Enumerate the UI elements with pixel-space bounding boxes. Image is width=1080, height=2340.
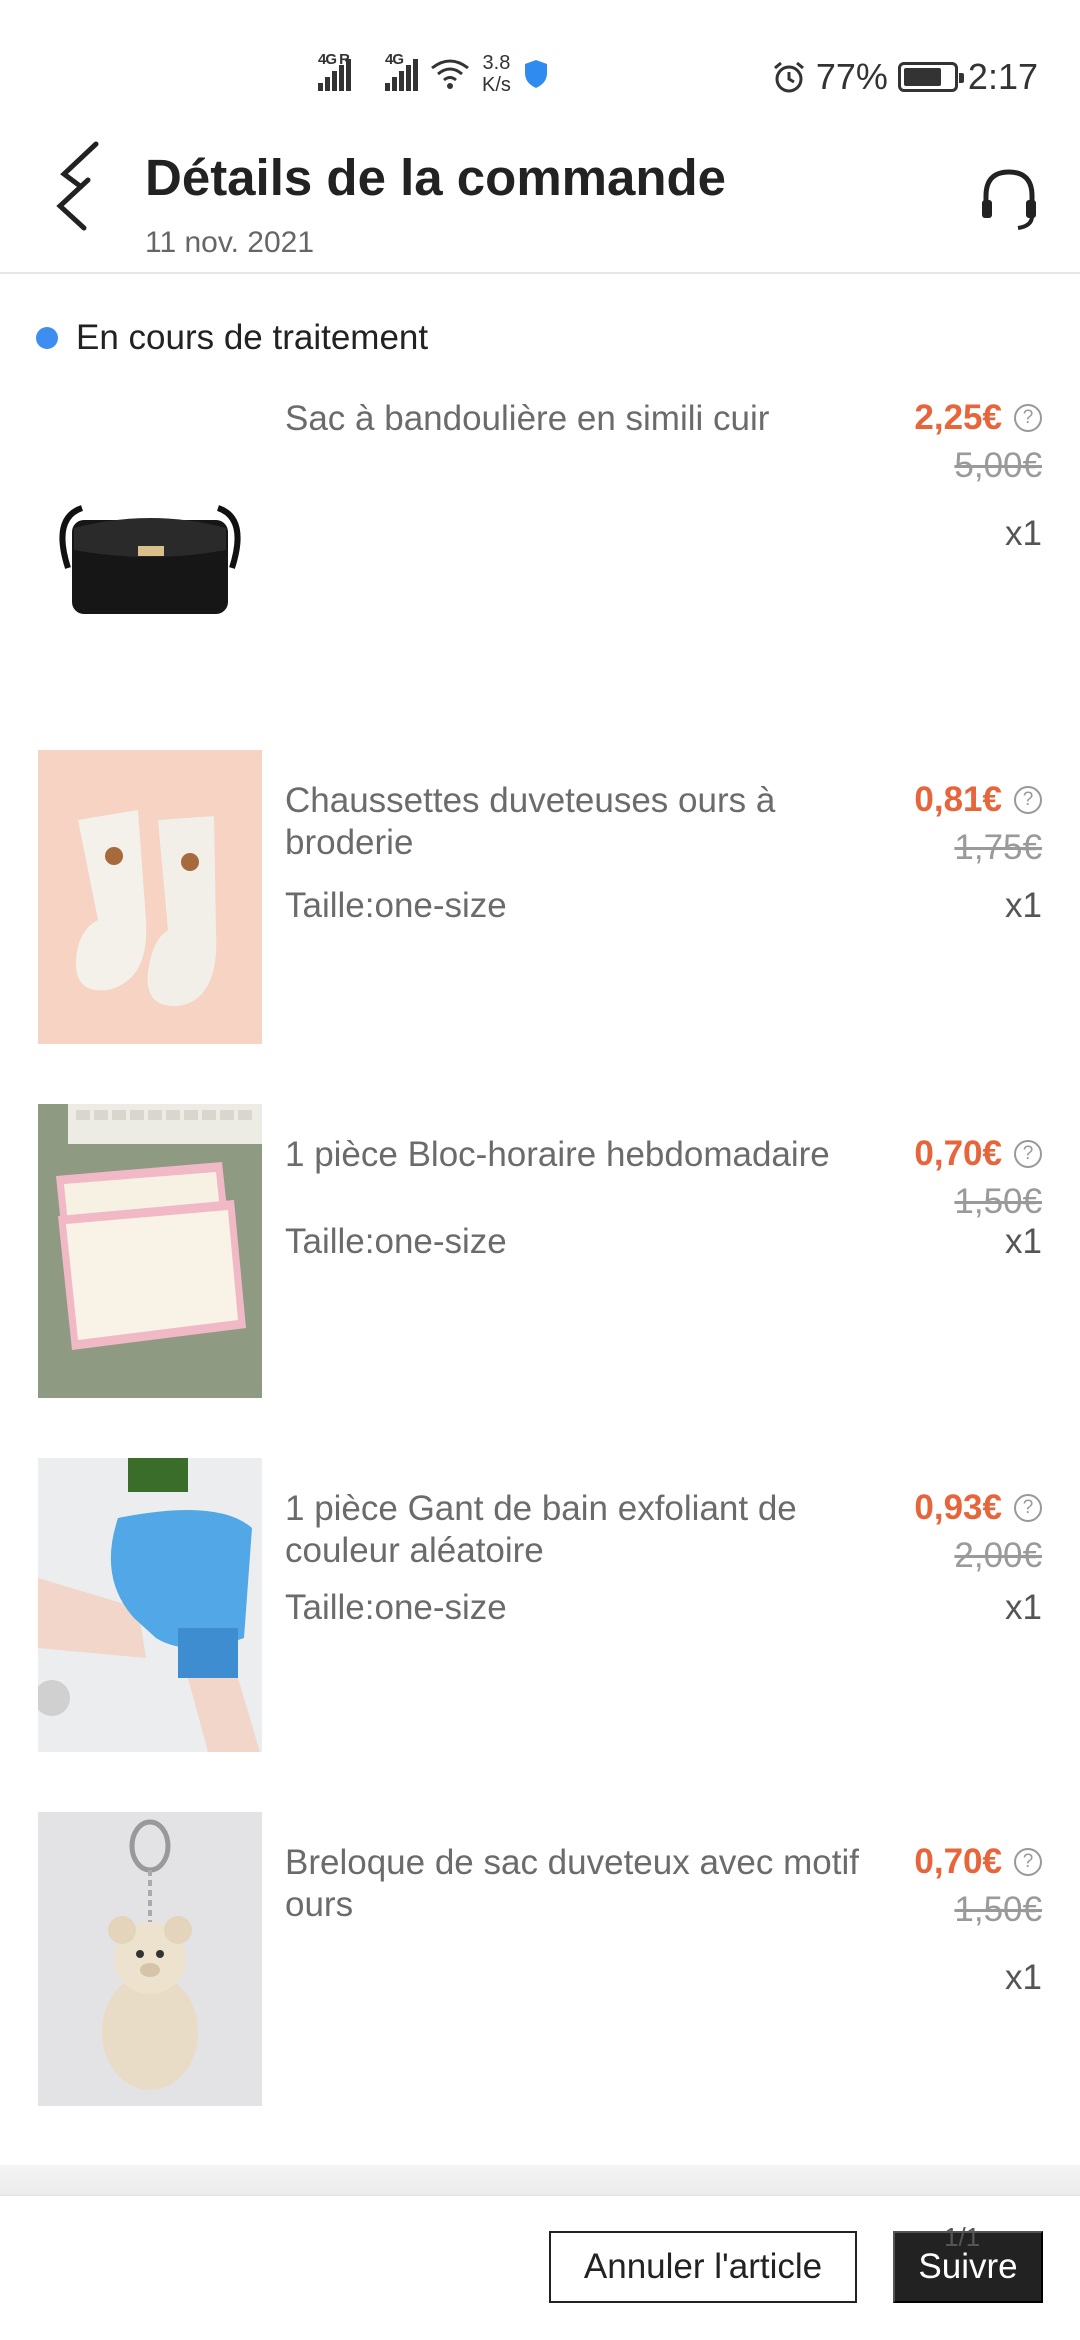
product-size: Taille:one-size (285, 886, 507, 925)
price-help-icon[interactable]: ? (1014, 1140, 1042, 1168)
order-item[interactable]: Breloque de sac duveteux avec motif ours… (0, 1812, 1080, 2112)
price-help-icon[interactable]: ? (1014, 404, 1042, 432)
status-bar: 4G R 4G 3.8 K/s 77% 2:17 (0, 0, 1080, 130)
order-date: 11 nov. 2021 (145, 226, 315, 259)
sale-price: 0,81€ (914, 780, 1002, 819)
signal-4g-icon: 4G (385, 51, 418, 91)
product-size: Taille:one-size (285, 1588, 507, 1627)
page-indicator: 1/1 (944, 2222, 981, 2252)
order-item[interactable]: Sac à bandoulière en simili cuir 2,25€ ?… (0, 368, 1080, 668)
network-type-label-2: 4G (385, 51, 404, 68)
status-left: 4G R 4G 3.8 K/s (318, 51, 549, 96)
page-title: Détails de la commande (145, 149, 727, 206)
sale-price: 0,93€ (914, 1488, 1002, 1527)
product-image-schedule[interactable] (38, 1104, 262, 1398)
product-image-bag[interactable] (38, 368, 262, 662)
speed-unit: K/s (482, 74, 511, 96)
order-item[interactable]: Chaussettes duveteuses ours à broderie T… (0, 750, 1080, 1050)
order-item[interactable]: 1 pièce Gant de bain exfoliant de couleu… (0, 1458, 1080, 1758)
header: Détails de la commande 11 nov. 2021 (0, 130, 1080, 274)
product-image-bear-keychain[interactable] (38, 1812, 262, 2106)
battery-fill (903, 68, 941, 86)
quantity: x1 (1005, 886, 1042, 925)
order-item[interactable]: 1 pièce Bloc-horaire hebdomadaire Taille… (0, 1104, 1080, 1404)
section-divider (0, 2165, 1080, 2195)
clock: 2:17 (967, 56, 1038, 97)
quantity: x1 (1005, 1958, 1042, 1997)
product-name[interactable]: Breloque de sac duveteux avec motif ours (285, 1842, 905, 1926)
quantity: x1 (1005, 514, 1042, 553)
price-help-icon[interactable]: ? (1014, 1848, 1042, 1876)
product-image-bath-glove[interactable] (38, 1458, 262, 1752)
signal-4g-r-icon: 4G R (318, 51, 351, 91)
original-price: 1,75€ (954, 828, 1042, 867)
product-size: Taille:one-size (285, 1222, 507, 1261)
sale-price: 0,70€ (914, 1134, 1002, 1173)
product-name[interactable]: 1 pièce Bloc-horaire hebdomadaire (285, 1134, 905, 1176)
status-right: 77% 2:17 (772, 56, 1038, 98)
sale-price: 0,70€ (914, 1842, 1002, 1881)
original-price: 1,50€ (954, 1182, 1042, 1221)
shield-icon (524, 60, 547, 88)
wifi-icon (431, 59, 469, 89)
status-dot (36, 327, 58, 349)
price-help-icon[interactable]: ? (1014, 786, 1042, 814)
alarm-icon (773, 61, 804, 93)
sale-price: 2,25€ (914, 398, 1002, 437)
footer-actions: Annuler l'article Suivre (0, 2195, 1080, 2340)
product-name[interactable]: Sac à bandoulière en simili cuir (285, 398, 905, 440)
battery-icon (897, 62, 964, 92)
quantity: x1 (1005, 1222, 1042, 1261)
quantity: x1 (1005, 1588, 1042, 1627)
network-type-label: 4G R (318, 51, 350, 68)
battery-percent: 77% (815, 56, 888, 97)
price-help-icon[interactable]: ? (1014, 1494, 1042, 1522)
product-name[interactable]: 1 pièce Gant de bain exfoliant de couleu… (285, 1488, 905, 1572)
original-price: 5,00€ (954, 446, 1042, 485)
back-button[interactable] (50, 136, 110, 232)
order-status-label: En cours de traitement (76, 318, 429, 357)
cancel-item-button[interactable]: Annuler l'article (549, 2231, 857, 2303)
headset-icon[interactable] (978, 166, 1040, 232)
original-price: 2,00€ (954, 1536, 1042, 1575)
speed-value: 3.8 (482, 52, 511, 74)
original-price: 1,50€ (954, 1890, 1042, 1929)
order-status: En cours de traitement (36, 318, 428, 358)
network-speed: 3.8 K/s (482, 52, 511, 96)
product-name[interactable]: Chaussettes duveteuses ours à broderie (285, 780, 905, 864)
product-image-socks[interactable] (38, 750, 262, 1044)
